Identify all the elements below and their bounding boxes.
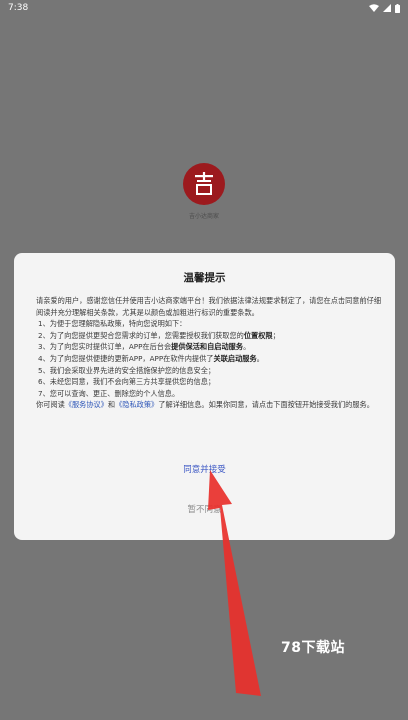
logo-badge-icon bbox=[183, 163, 225, 205]
status-bar: 7:38 bbox=[0, 0, 408, 16]
splash-logo: 吉小达商家 bbox=[183, 163, 225, 220]
agree-button[interactable]: 同意并接受 bbox=[14, 463, 395, 475]
policy-item-text: 1、为便于您理解隐私政策，特向您说明如下： bbox=[38, 319, 187, 329]
policy-item-6: 6、未经您同意，我们不会向第三方共享提供您的信息； bbox=[24, 376, 386, 388]
policy-item-text: 5、我们会采取业界先进的安全措施保护您的信息安全； bbox=[38, 365, 216, 375]
policy-item-2: 2、为了向您提供更契合您需求的订单，您需要授权我们获取您的位置权限； bbox=[24, 330, 386, 342]
service-agreement-link[interactable]: 《服务协议》 bbox=[65, 400, 108, 409]
status-icons bbox=[369, 3, 400, 13]
disagree-button[interactable]: 暂不同意 bbox=[14, 503, 395, 515]
policy-item-tail: ； bbox=[272, 330, 280, 340]
policy-item-text: 4、为了向您提供便捷的更新APP，APP在软件内提供了 bbox=[38, 353, 214, 363]
watermark: 78下载站 bbox=[281, 640, 345, 656]
policy-item-text: 3、为了向您实时提供订单，APP在后台会 bbox=[38, 342, 172, 352]
privacy-policy-link[interactable]: 《隐私政策》 bbox=[115, 400, 158, 409]
app-screen: 7:38 吉小达商家 温馨提示 请亲爱的用户，感谢您信任并使用吉小达商家端平台！… bbox=[0, 0, 408, 720]
status-time: 7:38 bbox=[8, 3, 29, 13]
policy-item-tail: 。 bbox=[256, 353, 264, 363]
policy-item-3: 3、为了向您实时提供订单，APP在后台会提供保活和自启动服务。 bbox=[24, 341, 386, 353]
policy-item-tail: 。 bbox=[243, 342, 251, 352]
policy-item-1: 1、为便于您理解隐私政策，特向您说明如下： bbox=[24, 318, 386, 330]
dialog-body: 请亲爱的用户，感谢您信任并使用吉小达商家端平台！我们依据法律法规要求制定了，请您… bbox=[24, 295, 386, 411]
dialog-title: 温馨提示 bbox=[183, 272, 226, 284]
policy-item-4: 4、为了向您提供便捷的更新APP，APP在软件内提供了关联启动服务。 bbox=[24, 353, 386, 365]
outro-prefix: 你可阅读 bbox=[36, 400, 65, 410]
policy-item-5: 5、我们会采取业界先进的安全措施保护您的信息安全； bbox=[24, 365, 386, 377]
dialog-intro: 请亲爱的用户，感谢您信任并使用吉小达商家端平台！我们依据法律法规要求制定了，请您… bbox=[36, 296, 382, 317]
logo-glyph-icon bbox=[195, 172, 213, 195]
dialog-outro: 你可阅读《服务协议》和《隐私政策》了解详细信息。如果你同意，请点击下面按钮开始接… bbox=[24, 399, 386, 411]
outro-suffix: 了解详细信息。如果你同意，请点击下面按钮开始接受我们的服务。 bbox=[158, 400, 374, 410]
logo-caption: 吉小达商家 bbox=[188, 213, 219, 220]
policy-item-bold: 位置权限 bbox=[243, 330, 273, 340]
signal-icon bbox=[383, 4, 391, 12]
battery-icon bbox=[395, 3, 400, 13]
policy-item-text: 6、未经您同意，我们不会向第三方共享提供您的信息； bbox=[38, 377, 216, 387]
policy-item-7: 7、您可以查询、更正、删除您的个人信息。 bbox=[24, 388, 386, 400]
wifi-icon bbox=[369, 4, 379, 12]
privacy-dialog: 温馨提示 请亲爱的用户，感谢您信任并使用吉小达商家端平台！我们依据法律法规要求制… bbox=[14, 253, 395, 540]
policy-item-text: 2、为了向您提供更契合您需求的订单，您需要授权我们获取您的 bbox=[38, 330, 244, 340]
policy-item-bold: 提供保活和自启动服务 bbox=[171, 342, 244, 352]
policy-item-text: 7、您可以查询、更正、删除您的个人信息。 bbox=[38, 388, 180, 398]
policy-item-bold: 关联启动服务 bbox=[213, 353, 257, 363]
